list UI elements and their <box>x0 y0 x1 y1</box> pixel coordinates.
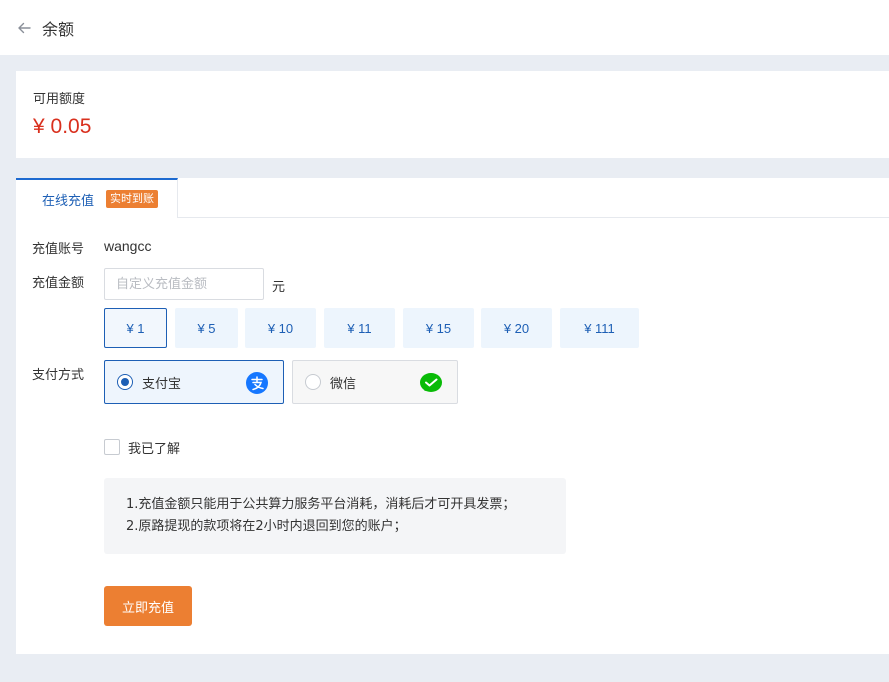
preset-amount-11[interactable]: ¥ 11 <box>324 308 395 348</box>
payment-label: 支付方式 <box>32 368 85 383</box>
account-value: wangcc <box>104 238 152 254</box>
realtime-badge: 实时到账 <box>106 190 159 208</box>
amount-label: 充值金额 <box>32 276 85 291</box>
alipay-icon <box>245 371 269 395</box>
tab-online-recharge[interactable]: 在线充值 实时到账 <box>16 178 178 218</box>
recharge-now-button[interactable]: 立即充值 <box>104 586 192 626</box>
page-title: 余额 <box>42 19 75 39</box>
agree-checkbox[interactable] <box>104 439 120 455</box>
pay-label-wechat: 微信 <box>330 376 357 392</box>
balance-card: 可用额度 ¥ 0.05 <box>16 71 889 158</box>
pay-label-alipay: 支付宝 <box>142 376 182 392</box>
amount-input[interactable] <box>104 268 264 300</box>
page-header: 余额 <box>0 0 889 55</box>
preset-amount-111[interactable]: ¥ 111 <box>560 308 639 348</box>
balance-label: 可用额度 <box>33 92 86 107</box>
agree-label[interactable]: 我已了解 <box>128 438 180 457</box>
notice-line-1: 1.充值金额只能用于公共算力服务平台消耗，消耗后才可开具发票； <box>126 497 516 512</box>
tab-label: 在线充值 <box>42 193 95 209</box>
preset-amount-20[interactable]: ¥ 20 <box>481 308 552 348</box>
balance-value: ¥ 0.05 <box>33 115 92 138</box>
wechat-pay-icon <box>419 371 443 395</box>
account-label: 充值账号 <box>32 242 85 257</box>
radio-wechat[interactable] <box>305 374 321 390</box>
pay-option-wechat[interactable]: 微信 <box>292 360 458 404</box>
pay-option-alipay[interactable]: 支付宝 <box>104 360 284 404</box>
preset-amount-10[interactable]: ¥ 10 <box>245 308 316 348</box>
arrow-left-icon[interactable] <box>16 20 32 36</box>
notice-box: 1.充值金额只能用于公共算力服务平台消耗，消耗后才可开具发票； 2.原路提现的款… <box>104 478 566 554</box>
radio-alipay[interactable] <box>117 374 133 390</box>
tab-bar: 在线充值 实时到账 <box>16 178 889 218</box>
amount-unit: 元 <box>272 280 286 295</box>
preset-amount-1[interactable]: ¥ 1 <box>104 308 167 348</box>
notice-line-2: 2.原路提现的款项将在2小时内退回到您的账户； <box>126 519 407 534</box>
preset-amount-15[interactable]: ¥ 15 <box>403 308 474 348</box>
recharge-panel: 在线充值 实时到账 充值账号 wangcc 充值金额 元 ¥ 1 ¥ 5 ¥ 1… <box>16 178 889 654</box>
preset-amount-5[interactable]: ¥ 5 <box>175 308 238 348</box>
